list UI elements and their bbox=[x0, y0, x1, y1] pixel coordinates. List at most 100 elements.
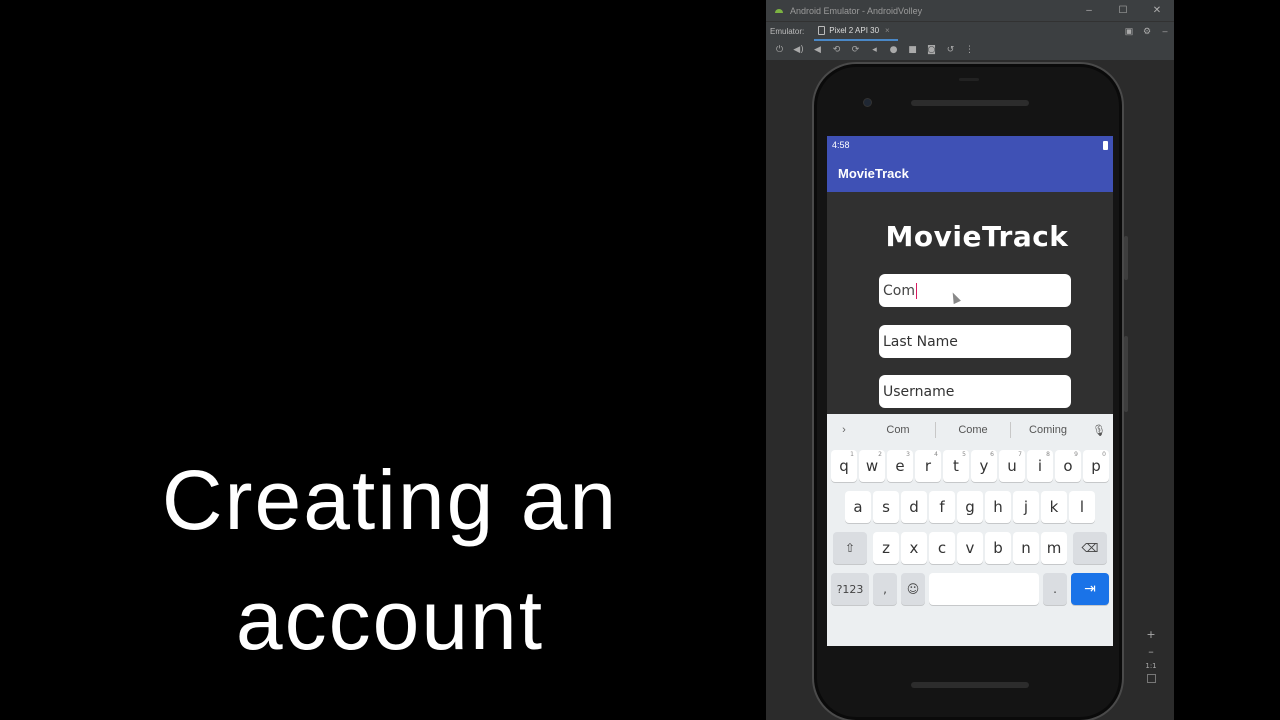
volume-down-icon[interactable]: ◀ bbox=[808, 43, 827, 57]
key-number-hint: 4 bbox=[934, 451, 938, 458]
key-y[interactable]: y6 bbox=[971, 450, 997, 482]
period-key[interactable]: . bbox=[1043, 573, 1067, 605]
phone-sensor bbox=[959, 78, 979, 81]
first-name-value: Com bbox=[883, 282, 915, 299]
key-label: t bbox=[953, 457, 959, 475]
key-label: y bbox=[979, 457, 989, 475]
key-c[interactable]: c bbox=[929, 532, 955, 564]
android-status-bar: 4:58 bbox=[827, 136, 1113, 154]
tab-bar-label: Emulator: bbox=[770, 26, 805, 36]
key-q[interactable]: q1 bbox=[831, 450, 857, 482]
phone-frame: 4:58 MovieTrack MovieTrack Com Last Name… bbox=[812, 62, 1128, 720]
key-t[interactable]: t5 bbox=[943, 450, 969, 482]
snapshot-icon[interactable]: ↺ bbox=[941, 43, 960, 57]
key-r[interactable]: r4 bbox=[915, 450, 941, 482]
key-s[interactable]: s bbox=[873, 491, 899, 523]
emulator-title-bar: Android Emulator - AndroidVolley – ☐ ✕ bbox=[766, 0, 1174, 21]
last-name-placeholder: Last Name bbox=[883, 333, 958, 350]
key-a[interactable]: a bbox=[845, 491, 871, 523]
hide-panel-icon[interactable]: – bbox=[1156, 26, 1174, 36]
rotate-right-icon[interactable]: ⟳ bbox=[846, 43, 865, 57]
key-v[interactable]: v bbox=[957, 532, 983, 564]
last-name-field[interactable]: Last Name bbox=[879, 325, 1071, 358]
key-number-hint: 9 bbox=[1074, 451, 1078, 458]
key-u[interactable]: u7 bbox=[999, 450, 1025, 482]
suggestion-2[interactable]: Come bbox=[936, 424, 1010, 436]
screenshot-icon[interactable]: ◙ bbox=[922, 43, 941, 57]
android-nav-bar bbox=[827, 612, 1113, 646]
key-o[interactable]: o9 bbox=[1055, 450, 1081, 482]
key-e[interactable]: e3 bbox=[887, 450, 913, 482]
keyboard-row-2: asdfghjkl bbox=[827, 491, 1113, 523]
key-i[interactable]: i8 bbox=[1027, 450, 1053, 482]
status-time: 4:58 bbox=[832, 140, 850, 150]
volume-up-icon[interactable]: ◀) bbox=[789, 43, 808, 57]
microphone-icon[interactable]: 🎙 bbox=[1085, 424, 1113, 437]
symbols-key[interactable]: ?123 bbox=[831, 573, 869, 605]
caption-line-1: Creating an bbox=[161, 453, 619, 547]
space-key[interactable] bbox=[929, 573, 1039, 605]
emulator-window: Android Emulator - AndroidVolley – ☐ ✕ E… bbox=[766, 0, 1174, 720]
minimize-button[interactable]: – bbox=[1072, 5, 1106, 16]
key-x[interactable]: x bbox=[901, 532, 927, 564]
close-button[interactable]: ✕ bbox=[1140, 5, 1174, 16]
maximize-button[interactable]: ☐ bbox=[1106, 5, 1140, 16]
gear-icon[interactable]: ⚙ bbox=[1138, 26, 1156, 37]
key-h[interactable]: h bbox=[985, 491, 1011, 523]
tab-device-label: Pixel 2 API 30 bbox=[829, 25, 880, 35]
phone-device-icon bbox=[818, 25, 826, 35]
emoji-key[interactable]: ☺ bbox=[901, 573, 925, 605]
backspace-key[interactable]: ⌫ bbox=[1073, 532, 1107, 564]
chevron-right-icon[interactable]: › bbox=[827, 424, 861, 436]
video-caption: Creating an account bbox=[60, 440, 720, 680]
tab-close-icon[interactable]: × bbox=[885, 26, 890, 35]
shift-key[interactable]: ⇧ bbox=[833, 532, 867, 564]
front-camera-icon bbox=[863, 98, 872, 107]
more-icon[interactable]: ⋮ bbox=[960, 43, 979, 57]
emulator-toolbar: ⏻ ◀) ◀ ⟲ ⟳ ◂ ● ■ ◙ ↺ ⋮ bbox=[766, 40, 1174, 61]
back-icon[interactable]: ◂ bbox=[865, 43, 884, 57]
suggestion-1[interactable]: Com bbox=[861, 424, 935, 436]
home-icon[interactable]: ● bbox=[884, 43, 903, 57]
key-g[interactable]: g bbox=[957, 491, 983, 523]
layout-icon[interactable]: ▣ bbox=[1120, 26, 1138, 37]
zoom-out-icon[interactable]: – bbox=[1148, 645, 1154, 658]
key-b[interactable]: b bbox=[985, 532, 1011, 564]
key-k[interactable]: k bbox=[1041, 491, 1067, 523]
overview-icon[interactable]: ■ bbox=[903, 43, 922, 57]
key-d[interactable]: d bbox=[901, 491, 927, 523]
key-z[interactable]: z bbox=[873, 532, 899, 564]
username-field[interactable]: Username bbox=[879, 375, 1071, 408]
zoom-in-icon[interactable]: + bbox=[1146, 628, 1155, 641]
key-m[interactable]: m bbox=[1041, 532, 1067, 564]
key-number-hint: 8 bbox=[1046, 451, 1050, 458]
key-n[interactable]: n bbox=[1013, 532, 1039, 564]
key-label: w bbox=[865, 457, 879, 475]
tab-arrow-icon: ⇥ bbox=[1084, 581, 1096, 597]
fit-screen-icon[interactable] bbox=[1146, 674, 1156, 683]
soft-keyboard: › Com Come Coming 🎙 q1w2e3r4t5y6u7i8o9p0… bbox=[827, 414, 1113, 646]
first-name-field[interactable]: Com bbox=[879, 274, 1071, 307]
key-number-hint: 5 bbox=[962, 451, 966, 458]
key-l[interactable]: l bbox=[1069, 491, 1095, 523]
app-bar: MovieTrack bbox=[827, 154, 1113, 192]
suggestion-3[interactable]: Coming bbox=[1011, 424, 1085, 436]
key-w[interactable]: w2 bbox=[859, 450, 885, 482]
keyboard-row-1: q1w2e3r4t5y6u7i8o9p0 bbox=[827, 450, 1113, 482]
key-label: q bbox=[839, 457, 849, 475]
window-title: Android Emulator - AndroidVolley bbox=[790, 5, 923, 16]
brand-title: MovieTrack bbox=[885, 220, 1069, 253]
key-f[interactable]: f bbox=[929, 491, 955, 523]
key-j[interactable]: j bbox=[1013, 491, 1039, 523]
phone-speaker bbox=[911, 682, 1029, 688]
backspace-icon: ⌫ bbox=[1081, 541, 1099, 555]
comma-key[interactable]: , bbox=[873, 573, 897, 605]
next-key[interactable]: ⇥ bbox=[1071, 573, 1109, 605]
key-label: r bbox=[924, 457, 932, 475]
tab-device[interactable]: Pixel 2 API 30 × bbox=[814, 22, 898, 41]
zoom-level[interactable]: 1:1 bbox=[1145, 662, 1156, 670]
key-p[interactable]: p0 bbox=[1083, 450, 1109, 482]
key-number-hint: 2 bbox=[878, 451, 882, 458]
rotate-left-icon[interactable]: ⟲ bbox=[827, 43, 846, 57]
power-icon[interactable]: ⏻ bbox=[770, 43, 789, 57]
